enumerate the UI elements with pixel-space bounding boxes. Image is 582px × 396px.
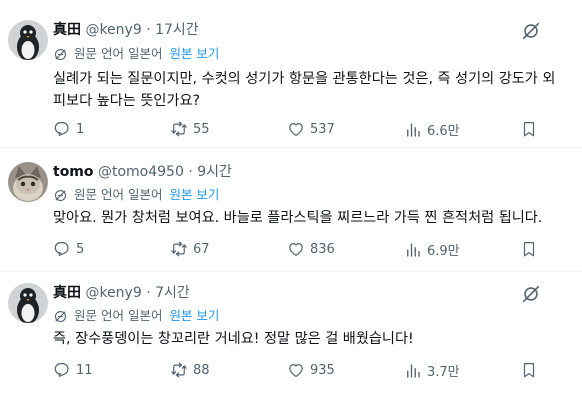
tweet-3[interactable]: 真田 @keny9 · 7시간 원문 언어 일본어 원본 보기 즉, 장수풍뎅이…	[0, 272, 582, 396]
action-bar: 1 55 537 6.6만	[53, 120, 573, 140]
tweet-text: 실례가 되는 질문이지만, 수컷의 성기가 항문을 관통한다는 것은, 즉 성기…	[53, 68, 565, 112]
tweet-text-line: 피보다 높다는 뜻인가요?	[53, 93, 201, 109]
repost-icon	[171, 362, 187, 378]
reply-button[interactable]: 1	[53, 120, 84, 138]
translate-icon	[54, 48, 67, 60]
tweet-text-line: 실례가 되는 질문이지만, 수컷의 성기가 항문을 관통한다는 것은, 즉 성기…	[53, 71, 556, 87]
views-button[interactable]: 6.6만	[404, 120, 460, 139]
views-icon	[407, 122, 420, 137]
grok-icon[interactable]	[520, 20, 542, 42]
like-count: 935	[310, 362, 335, 378]
avatar[interactable]	[8, 162, 48, 202]
views-button[interactable]: 3.7만	[404, 361, 460, 380]
repost-count: 55	[193, 121, 210, 137]
reply-icon	[54, 242, 69, 256]
reply-count: 1	[76, 121, 85, 137]
views-button[interactable]: 6.9만	[404, 240, 460, 259]
tweet-text: 즉, 장수풍뎅이는 창꼬리란 거네요! 정말 많은 걸 배웠습니다!	[53, 328, 565, 350]
action-bar: 5 67 836 6.9만	[53, 240, 573, 260]
heart-icon	[289, 364, 303, 377]
tweet-header: 真田 @keny9 · 7시간	[53, 284, 190, 302]
view-count: 3.7만	[427, 365, 460, 380]
translate-icon	[54, 189, 67, 201]
tweet-2[interactable]: tomo @tomo4950 · 9시간 원문 언어 일본어 원본 보기 맞아요…	[0, 148, 582, 270]
separator-dot: ·	[188, 164, 193, 180]
translation-source-label: 원문 언어 일본어	[74, 187, 163, 202]
author-name[interactable]: tomo	[53, 164, 94, 180]
tweet-1[interactable]: 真田 @keny9 · 17시간 원문 언어 일본어 원본 보기 실례가 되는 …	[0, 0, 582, 146]
timestamp[interactable]: 7시간	[155, 285, 190, 301]
penguin-avatar-image	[8, 283, 48, 323]
heart-icon	[289, 243, 303, 256]
like-count: 537	[310, 121, 335, 137]
bookmark-button[interactable]	[520, 240, 538, 258]
penguin-avatar-image	[8, 20, 48, 60]
show-original-link[interactable]: 원본 보기	[169, 46, 219, 62]
translate-icon	[54, 310, 67, 322]
timestamp[interactable]: 9시간	[197, 164, 232, 180]
author-handle[interactable]: @keny9	[85, 285, 141, 301]
separator-dot: ·	[146, 285, 151, 301]
author-name[interactable]: 真田	[53, 285, 81, 301]
tweet-header: tomo @tomo4950 · 9시간	[53, 163, 232, 181]
translation-source-label: 원문 언어 일본어	[74, 46, 163, 61]
timestamp[interactable]: 17시간	[155, 22, 199, 38]
views-icon	[407, 242, 420, 257]
reply-icon	[54, 363, 69, 377]
avatar[interactable]	[8, 283, 48, 323]
reply-icon	[54, 122, 69, 136]
action-bar: 11 88 935 3.7만	[53, 361, 573, 381]
tweet-text-line: 즉, 장수풍뎅이는 창꼬리란 거네요! 정말 많은 걸 배웠습니다!	[53, 331, 414, 347]
repost-count: 67	[193, 241, 210, 257]
repost-button[interactable]: 67	[170, 240, 210, 258]
separator-dot: ·	[146, 22, 151, 38]
repost-button[interactable]: 55	[170, 120, 210, 138]
like-button[interactable]: 935	[287, 361, 335, 379]
heart-icon	[289, 122, 303, 136]
views-icon	[407, 363, 420, 378]
bookmark-icon	[523, 122, 535, 137]
repost-button[interactable]: 88	[170, 361, 210, 379]
author-name[interactable]: 真田	[53, 22, 81, 38]
cat-avatar-image	[8, 162, 48, 202]
bookmark-button[interactable]	[520, 361, 538, 379]
author-handle[interactable]: @tomo4950	[98, 164, 184, 180]
grok-icon[interactable]	[520, 283, 542, 305]
view-count: 6.9만	[427, 244, 460, 259]
avatar[interactable]	[8, 20, 48, 60]
show-original-link[interactable]: 원본 보기	[169, 187, 219, 203]
bookmark-icon	[523, 363, 535, 378]
tweet-text-line: 맞아요. 뭔가 창처럼 보여요. 바늘로 플라스틱을 찌르느라 가득 찐 흔적처…	[53, 210, 543, 226]
like-button[interactable]: 537	[287, 120, 335, 138]
repost-icon	[171, 241, 187, 257]
view-count: 6.6만	[427, 124, 460, 139]
tweet-text: 맞아요. 뭔가 창처럼 보여요. 바늘로 플라스틱을 찌르느라 가득 찐 흔적처…	[53, 207, 565, 229]
author-handle[interactable]: @keny9	[85, 22, 141, 38]
reply-count: 11	[76, 362, 93, 378]
translation-notice: 원문 언어 일본어 원본 보기	[53, 308, 219, 324]
reply-count: 5	[76, 241, 85, 257]
like-count: 836	[310, 241, 335, 257]
reply-button[interactable]: 5	[53, 240, 84, 258]
bookmark-icon	[523, 242, 535, 257]
like-button[interactable]: 836	[287, 240, 335, 258]
reply-button[interactable]: 11	[53, 361, 93, 379]
repost-icon	[171, 121, 187, 137]
tweet-header: 真田 @keny9 · 17시간	[53, 21, 199, 39]
translation-notice: 원문 언어 일본어 원본 보기	[53, 46, 219, 62]
bookmark-button[interactable]	[520, 120, 538, 138]
translation-notice: 원문 언어 일본어 원본 보기	[53, 187, 219, 203]
repost-count: 88	[193, 362, 210, 378]
show-original-link[interactable]: 원본 보기	[169, 308, 219, 324]
translation-source-label: 원문 언어 일본어	[74, 308, 163, 323]
